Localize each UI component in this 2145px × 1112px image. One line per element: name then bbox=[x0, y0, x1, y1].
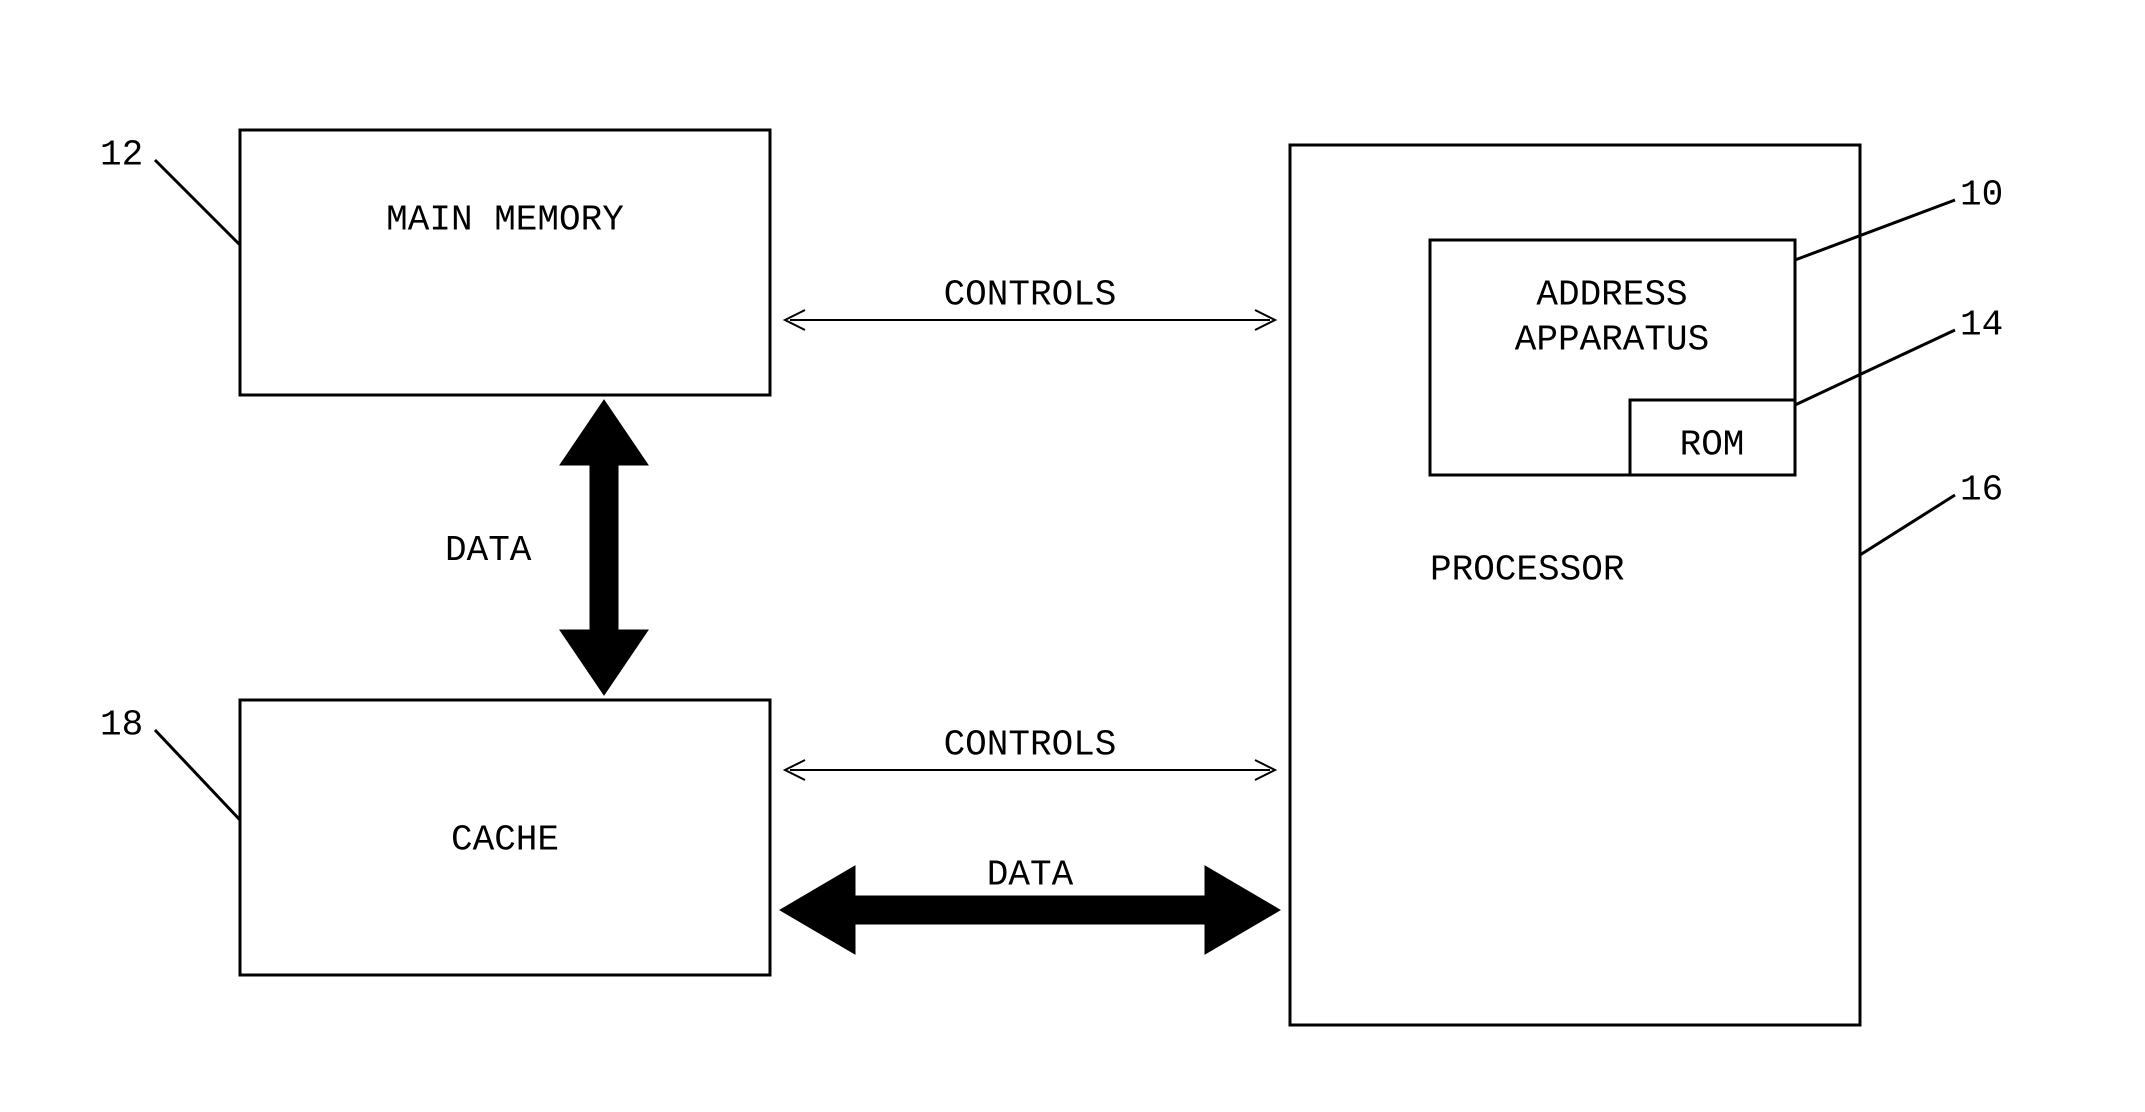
ref-14-label: 14 bbox=[1960, 305, 2003, 346]
main-memory-label: MAIN MEMORY bbox=[386, 200, 624, 241]
data-label-mem-cache: DATA bbox=[445, 530, 532, 571]
controls-label-cache-proc: CONTROLS bbox=[944, 725, 1117, 766]
data-arrow-mem-cache bbox=[560, 400, 648, 695]
ref-12-label: 12 bbox=[100, 135, 143, 176]
rom-label: ROM bbox=[1680, 425, 1745, 466]
ref-16-label: 16 bbox=[1960, 470, 2003, 511]
data-label-cache-proc: DATA bbox=[987, 855, 1074, 896]
cache-label: CACHE bbox=[451, 820, 559, 861]
controls-label-mem-proc: CONTROLS bbox=[944, 275, 1117, 316]
ref-18-label: 18 bbox=[100, 705, 143, 746]
ref-16-leader bbox=[1860, 495, 1955, 555]
main-memory-block bbox=[240, 130, 770, 395]
address-apparatus-label-2: APPARATUS bbox=[1515, 320, 1709, 361]
ref-12-leader bbox=[155, 160, 240, 245]
ref-18-leader bbox=[155, 730, 240, 820]
address-apparatus-label-1: ADDRESS bbox=[1536, 275, 1687, 316]
processor-label: PROCESSOR bbox=[1430, 550, 1624, 591]
ref-10-label: 10 bbox=[1960, 175, 2003, 216]
